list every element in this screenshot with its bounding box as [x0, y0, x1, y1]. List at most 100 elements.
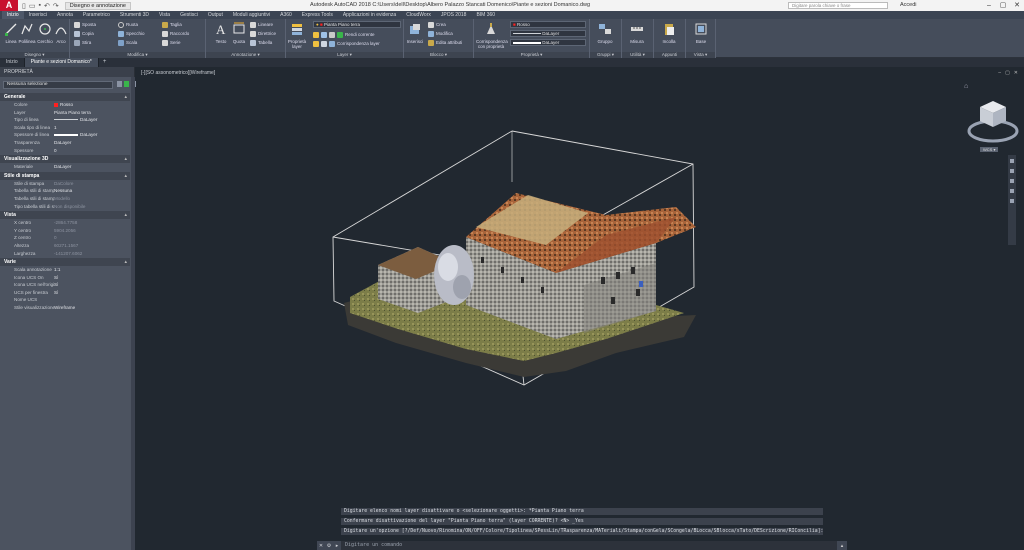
property-row[interactable]: UCS per finestra Sì — [0, 289, 130, 297]
property-value[interactable] — [54, 296, 130, 304]
property-value[interactable]: 60271.1567 — [54, 242, 130, 250]
mirror-button[interactable]: Specchio — [118, 30, 145, 37]
create-block-button[interactable]: Crea — [428, 21, 446, 28]
ribbon-tab[interactable]: JPOS 2018 — [436, 11, 472, 19]
scale-button[interactable]: Scala — [118, 39, 137, 46]
property-value[interactable]: 0 — [54, 234, 130, 242]
undo-icon[interactable]: ↶ — [44, 2, 50, 10]
command-scroll-icon[interactable]: ▴ — [837, 543, 847, 549]
rotate-button[interactable]: Ruota — [118, 21, 138, 28]
property-value[interactable]: Sì — [54, 281, 130, 289]
ribbon-tab[interactable]: Strumenti 3D — [115, 11, 154, 19]
customize-command-icon[interactable]: ⚙ — [325, 543, 333, 549]
doc-tab-start[interactable]: Inizio — [0, 58, 25, 67]
property-row[interactable]: Altezza 60271.1567 — [0, 242, 130, 250]
linetype-dropdown[interactable]: DaLayer — [510, 30, 586, 37]
sign-in-link[interactable]: Accedi — [900, 2, 917, 8]
lineweight-dropdown[interactable]: DaLayer — [510, 39, 586, 46]
property-row[interactable]: Spessore di linea DaLayer — [0, 131, 130, 139]
recent-commands-icon[interactable]: ▸ — [333, 543, 341, 549]
group-button[interactable]: Gruppo — [594, 22, 616, 44]
edit-block-button[interactable]: Modifica — [428, 30, 453, 37]
collapse-icon[interactable]: ▴ — [124, 258, 127, 266]
property-value[interactable]: Nessuna — [54, 187, 130, 195]
property-value[interactable]: Modello — [54, 195, 130, 203]
redo-icon[interactable]: ↷ — [53, 2, 59, 10]
close-command-icon[interactable]: ✕ — [317, 543, 325, 549]
property-row[interactable]: Spessore 0 — [0, 147, 130, 155]
collapse-icon[interactable]: ▴ — [124, 93, 127, 101]
search-input[interactable]: Digitare parola chiave o frase — [788, 2, 888, 9]
wcs-menu[interactable]: WCS ▾ — [980, 147, 999, 152]
make-current-button[interactable]: Rendi corrente — [345, 32, 375, 37]
match-layer-button[interactable]: Corrispondenza layer — [337, 41, 380, 46]
color-dropdown[interactable]: ■ Rosso — [510, 21, 586, 28]
property-row[interactable]: Tabella stili di stampa Nessuna — [0, 187, 130, 195]
leader-button[interactable]: Direttrice — [250, 30, 276, 37]
save-icon[interactable]: ▪ — [38, 2, 40, 9]
ribbon-tab[interactable]: Applicazioni in evidenza — [338, 11, 401, 19]
ribbon-tab[interactable]: Output — [203, 11, 228, 19]
property-row[interactable]: Scala annotazione 1:1 — [0, 266, 130, 274]
home-icon[interactable]: ⌂ — [964, 83, 968, 90]
viewport-controls-label[interactable]: [-][SO assonometrico][Wireframe] — [141, 70, 215, 76]
property-value[interactable]: Pianta Piano terra — [54, 109, 130, 117]
ribbon-tab[interactable]: Inserisci — [24, 11, 52, 19]
property-group-header[interactable]: Generale ▴ — [0, 93, 130, 101]
doc-tab-drawing[interactable]: Piante e sezioni Domanico* — [24, 58, 99, 67]
property-row[interactable]: Nome UCS — [0, 296, 130, 304]
property-value[interactable]: -2864.7758 — [54, 219, 130, 227]
linear-button[interactable]: Lineare — [250, 21, 273, 28]
collapse-icon[interactable]: ▴ — [124, 172, 127, 180]
ribbon-tab[interactable]: A360 — [275, 11, 297, 19]
property-row[interactable]: Tipo di linea DaLayer — [0, 116, 130, 124]
array-button[interactable]: Serie — [162, 39, 181, 46]
base-view-button[interactable]: Base — [690, 22, 712, 44]
property-value[interactable]: DaLayer — [54, 131, 130, 139]
property-row[interactable]: Colore Rosso — [0, 101, 130, 109]
select-objects-icon[interactable] — [124, 81, 129, 87]
copy-button[interactable]: Copia — [74, 30, 94, 37]
toggle-pickadd-icon[interactable] — [117, 81, 122, 87]
property-value[interactable]: 5904.2056 — [54, 227, 130, 235]
property-row[interactable]: X centro -2864.7758 — [0, 219, 130, 227]
palette-side-bar[interactable] — [131, 77, 135, 550]
property-value[interactable]: DaColore — [54, 180, 130, 188]
measure-button[interactable]: Misura — [626, 22, 648, 44]
property-group-header[interactable]: Vista ▴ — [0, 211, 130, 220]
property-group-header[interactable]: Varie ▴ — [0, 258, 130, 267]
property-value[interactable]: 1:1 — [54, 266, 130, 274]
ribbon-tab[interactable]: Parametrico — [78, 11, 115, 19]
ribbon-tab[interactable]: Vista — [154, 11, 175, 19]
trim-button[interactable]: Taglia — [162, 21, 182, 28]
match-properties-button[interactable]: Corrispondenza con proprietà — [476, 22, 508, 49]
property-value[interactable]: 1 — [54, 124, 130, 132]
property-row[interactable]: Larghezza -141207.6062 — [0, 250, 130, 258]
ribbon-tab[interactable]: Gestisci — [175, 11, 203, 19]
layer-off-icon[interactable] — [313, 31, 319, 38]
property-value[interactable]: 0 — [54, 147, 130, 155]
ribbon-tab[interactable]: CloudWorx — [401, 11, 436, 19]
property-value[interactable]: Wireframe — [54, 304, 130, 312]
property-row[interactable]: Materiale DaLayer — [0, 163, 130, 171]
application-menu-button[interactable]: A — [0, 0, 18, 11]
table-button[interactable]: Tabella — [250, 39, 272, 46]
dimension-button[interactable]: Quota — [228, 22, 250, 44]
property-row[interactable]: Z centro 0 — [0, 234, 130, 242]
property-row[interactable]: Scala tipo di linea 1 — [0, 124, 130, 132]
property-value[interactable]: DaLayer — [54, 139, 130, 147]
property-row[interactable]: Tipo tabella stili di st...Non disponibi… — [0, 203, 130, 211]
layer-dropdown[interactable]: ● ■ Pianta Piano terra — [313, 21, 401, 28]
property-group-header[interactable]: Stile di stampa ▴ — [0, 171, 130, 180]
layer-isolate-icon[interactable] — [313, 40, 319, 47]
viewport-restore-icon[interactable]: ▢ — [1005, 70, 1010, 76]
property-row[interactable]: Layer Pianta Piano terra — [0, 109, 130, 117]
ribbon-tab[interactable]: Express Tools — [297, 11, 338, 19]
arc-button[interactable]: Arco — [50, 22, 72, 44]
property-value[interactable]: Sì — [54, 289, 130, 297]
new-tab-icon[interactable]: + — [99, 58, 111, 67]
property-value[interactable]: Sì — [54, 274, 130, 282]
viewport-minimize-icon[interactable]: – — [998, 70, 1001, 76]
viewcube[interactable] — [966, 95, 1020, 147]
close-icon[interactable]: ✕ — [1010, 0, 1024, 11]
